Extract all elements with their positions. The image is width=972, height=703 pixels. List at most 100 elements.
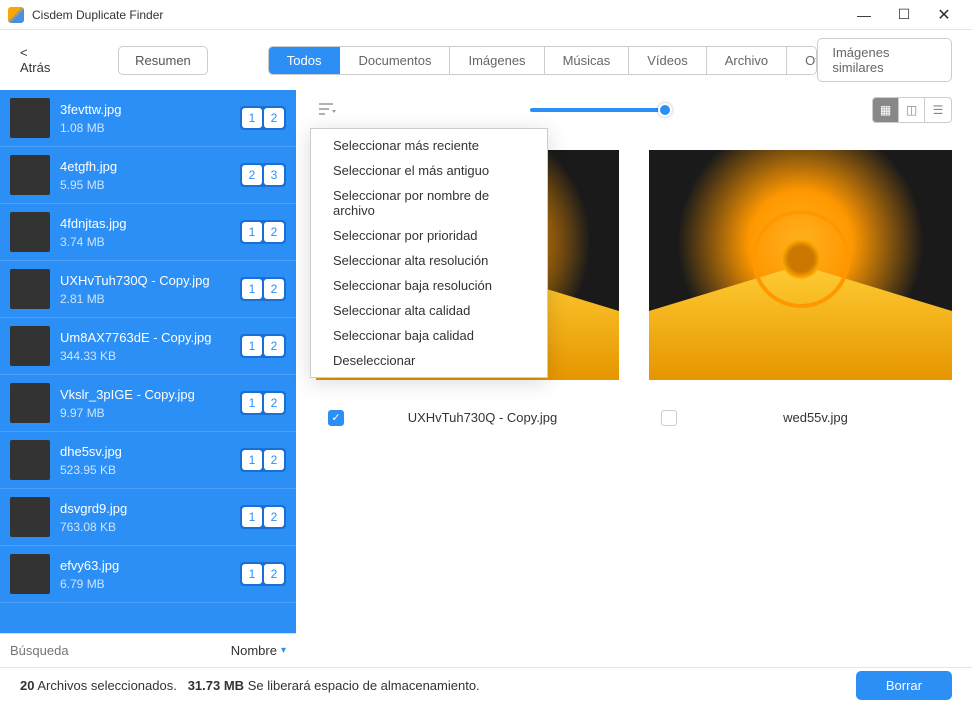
file-item[interactable]: Um8AX7763dE - Copy.jpg 344.33 KB 12	[0, 318, 296, 375]
file-size: 763.08 KB	[60, 520, 230, 534]
tab-documentos[interactable]: Documentos	[340, 47, 450, 74]
selection-context-menu: Seleccionar más recienteSeleccionar el m…	[310, 128, 548, 378]
maximize-button[interactable]: ☐	[884, 0, 924, 30]
file-name: dhe5sv.jpg	[60, 444, 230, 459]
file-info: dhe5sv.jpg523.95 KB	[60, 444, 230, 477]
similar-images-button[interactable]: Imágenes similares	[817, 38, 952, 82]
file-item[interactable]: dhe5sv.jpg523.95 KB 12	[0, 432, 296, 489]
toolbar: < Atrás Resumen Todos Documentos Imágene…	[0, 30, 972, 90]
list-view-icon[interactable]: ☰	[925, 98, 951, 122]
context-menu-item[interactable]: Seleccionar baja resolución	[311, 273, 547, 298]
preview-card[interactable]: wed55v.jpg	[649, 150, 952, 425]
duplicate-badge[interactable]: 1	[242, 279, 262, 299]
sidebar-search-bar: Nombre ▾	[0, 633, 296, 667]
context-menu-item[interactable]: Seleccionar por nombre de archivo	[311, 183, 547, 223]
file-name: UXHvTuh730Q - Copy.jpg	[60, 273, 230, 288]
duplicate-badge[interactable]: 2	[264, 393, 284, 413]
minimize-button[interactable]: —	[844, 0, 884, 30]
tab-todos[interactable]: Todos	[269, 47, 341, 74]
duplicate-badge[interactable]: 1	[242, 564, 262, 584]
file-size: 9.97 MB	[60, 406, 230, 420]
duplicate-badge[interactable]: 2	[264, 222, 284, 242]
duplicate-badges: 12	[240, 220, 286, 244]
context-menu-item[interactable]: Seleccionar el más antiguo	[311, 158, 547, 183]
columns-view-icon[interactable]: ◫	[899, 98, 925, 122]
selection-menu-icon[interactable]	[316, 98, 340, 122]
file-thumbnail	[10, 212, 50, 252]
delete-button[interactable]: Borrar	[856, 671, 952, 700]
file-info: UXHvTuh730Q - Copy.jpg 2.81 MB	[60, 273, 230, 306]
duplicate-badges: 23	[240, 163, 286, 187]
context-menu-item[interactable]: Seleccionar alta resolución	[311, 248, 547, 273]
file-item[interactable]: 4etgfh.jpg5.95 MB23	[0, 147, 296, 204]
file-item[interactable]: 4fdnjtas.jpg3.74 MB12	[0, 204, 296, 261]
file-item[interactable]: dsvgrd9.jpg763.08 KB 12	[0, 489, 296, 546]
duplicate-badge[interactable]: 1	[242, 450, 262, 470]
duplicate-badges: 12	[240, 334, 286, 358]
select-checkbox[interactable]	[661, 410, 677, 426]
context-menu-item[interactable]: Seleccionar más reciente	[311, 133, 547, 158]
duplicate-badge[interactable]: 1	[242, 393, 262, 413]
summary-button[interactable]: Resumen	[118, 46, 208, 75]
duplicate-badge[interactable]: 2	[242, 165, 262, 185]
tab-archivo[interactable]: Archivo	[707, 47, 787, 74]
file-info: 3fevttw.jpg1.08 MB	[60, 102, 230, 135]
duplicate-badge[interactable]: 3	[264, 165, 284, 185]
tab-musicas[interactable]: Músicas	[545, 47, 630, 74]
file-name: 3fevttw.jpg	[60, 102, 230, 117]
file-name: efvy63.jpg	[60, 558, 230, 573]
context-menu-item[interactable]: Seleccionar baja calidad	[311, 323, 547, 348]
freed-label: Se liberará espacio de almacenamiento.	[248, 678, 480, 693]
duplicate-badge[interactable]: 2	[264, 450, 284, 470]
context-menu-item[interactable]: Deseleccionar	[311, 348, 547, 373]
duplicate-badge[interactable]: 1	[242, 108, 262, 128]
duplicate-badge[interactable]: 1	[242, 336, 262, 356]
file-size: 5.95 MB	[60, 178, 230, 192]
file-size: 3.74 MB	[60, 235, 230, 249]
close-button[interactable]: ✕	[924, 0, 964, 30]
file-thumbnail	[10, 155, 50, 195]
file-item[interactable]: 3fevttw.jpg1.08 MB 12	[0, 90, 296, 147]
context-menu-item[interactable]: Seleccionar por prioridad	[311, 223, 547, 248]
file-size: 6.79 MB	[60, 577, 230, 591]
duplicate-badges: 12	[240, 391, 286, 415]
chevron-down-icon: ▾	[281, 645, 286, 656]
file-thumbnail	[10, 326, 50, 366]
filter-tabs: Todos Documentos Imágenes Músicas Vídeos…	[268, 46, 818, 75]
duplicate-badge[interactable]: 2	[264, 564, 284, 584]
duplicate-badge[interactable]: 2	[264, 279, 284, 299]
preview-toolbar: ▦ ◫ ☰	[316, 90, 952, 130]
tab-imagenes[interactable]: Imágenes	[450, 47, 544, 74]
file-item[interactable]: efvy63.jpg 6.79 MB 12	[0, 546, 296, 603]
grid-view-icon[interactable]: ▦	[873, 98, 899, 122]
file-info: Um8AX7763dE - Copy.jpg 344.33 KB	[60, 330, 230, 363]
file-thumbnail	[10, 440, 50, 480]
file-size: 344.33 KB	[60, 349, 230, 363]
duplicate-badge[interactable]: 1	[242, 507, 262, 527]
search-input[interactable]	[0, 643, 221, 658]
file-info: dsvgrd9.jpg763.08 KB	[60, 501, 230, 534]
preview-image	[649, 150, 952, 380]
back-button[interactable]: < Atrás	[20, 45, 58, 75]
selected-label: Archivos seleccionados.	[37, 678, 176, 693]
sort-dropdown[interactable]: Nombre ▾	[221, 643, 296, 658]
zoom-slider[interactable]	[530, 108, 670, 112]
duplicate-badge[interactable]: 1	[242, 222, 262, 242]
duplicate-badge[interactable]: 2	[264, 108, 284, 128]
file-item[interactable]: Vkslr_3pIGE - Copy.jpg9.97 MB12	[0, 375, 296, 432]
zoom-handle-icon[interactable]	[658, 103, 672, 117]
status-bar: 20 Archivos seleccionados. 31.73 MB Se l…	[0, 667, 972, 703]
file-size: 2.81 MB	[60, 292, 230, 306]
sidebar: 3fevttw.jpg1.08 MB124etgfh.jpg5.95 MB234…	[0, 90, 296, 667]
duplicate-badges: 12	[240, 505, 286, 529]
duplicate-badge[interactable]: 2	[264, 336, 284, 356]
duplicate-badge[interactable]: 2	[264, 507, 284, 527]
file-thumbnail	[10, 98, 50, 138]
file-item[interactable]: UXHvTuh730Q - Copy.jpg 2.81 MB 12	[0, 261, 296, 318]
context-menu-item[interactable]: Seleccionar alta calidad	[311, 298, 547, 323]
file-name: Um8AX7763dE - Copy.jpg	[60, 330, 230, 345]
select-checkbox[interactable]: ✓	[328, 410, 344, 426]
tab-videos[interactable]: Vídeos	[629, 47, 706, 74]
tab-otros[interactable]: Otros	[787, 47, 817, 74]
file-list[interactable]: 3fevttw.jpg1.08 MB124etgfh.jpg5.95 MB234…	[0, 90, 296, 633]
